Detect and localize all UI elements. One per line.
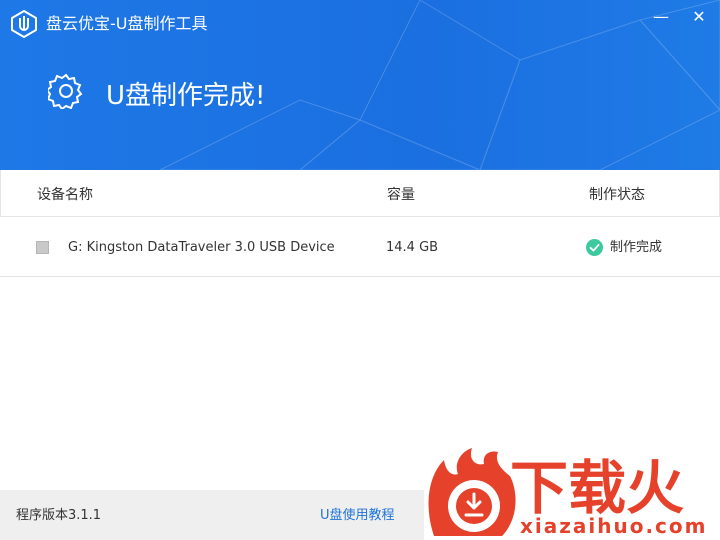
watermark-brand-text: 下载火 [510,454,684,516]
device-table-header: 设备名称 容量 制作状态 [0,170,720,217]
device-name: G: Kingston DataTraveler 3.0 USB Device [68,240,335,255]
header-banner: 盘云优宝-U盘制作工具 — ✕ U盘制作完成! [0,0,720,170]
app-logo-icon [11,10,37,38]
version-label: 程序版本3.1.1 [16,508,102,523]
status-text: 制作完成 [610,240,663,255]
title-bar[interactable]: 盘云优宝-U盘制作工具 — ✕ [0,0,720,46]
column-status: 制作状态 [589,187,645,203]
watermark-url: xiazaihuo.com [520,514,708,538]
completion-title: U盘制作完成! [106,81,266,111]
gear-icon [48,73,83,109]
column-device-name: 设备名称 [37,187,93,203]
device-checkbox[interactable] [36,241,49,254]
check-circle-icon [586,239,603,256]
watermark-brand: 下载火 [510,454,684,516]
device-capacity: 14.4 GB [386,240,439,255]
usb-tutorial-link[interactable]: U盘使用教程 [320,507,395,524]
minimize-button[interactable]: — [647,6,675,28]
table-row[interactable]: G: Kingston DataTraveler 3.0 USB Device … [0,218,720,277]
window-title: 盘云优宝-U盘制作工具 [46,14,208,33]
flame-download-logo-icon [428,448,516,536]
close-button[interactable]: ✕ [685,6,713,28]
column-capacity: 容量 [387,187,415,203]
